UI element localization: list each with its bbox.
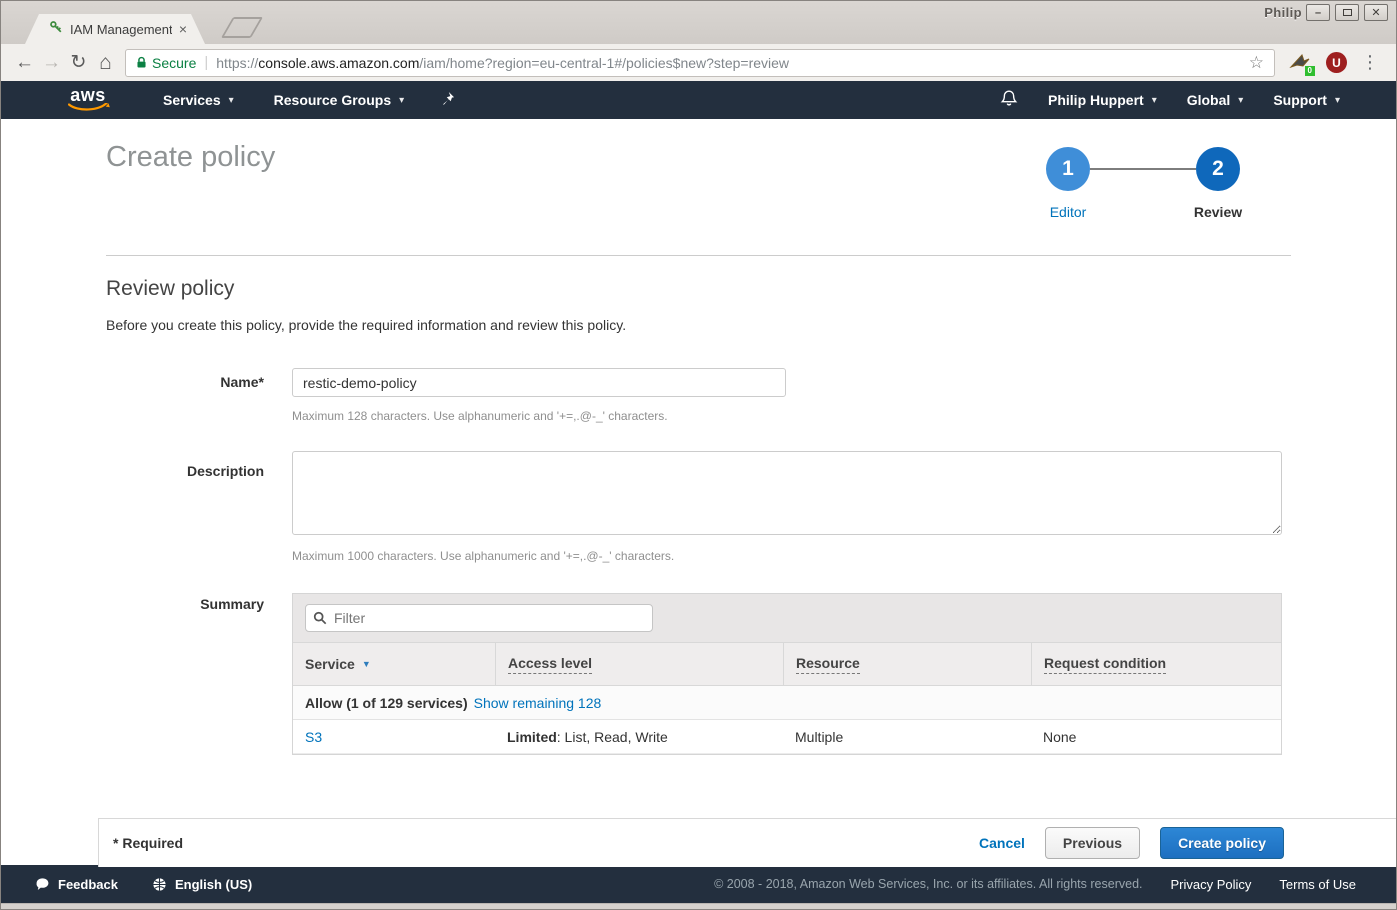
page-title: Create policy [106, 141, 275, 174]
step-connector [1090, 168, 1196, 170]
section-divider [106, 255, 1291, 256]
new-tab-button[interactable] [221, 17, 263, 38]
description-textarea[interactable] [292, 451, 1282, 535]
titlebar: Philip – ✕ IAM Management Co × [1, 1, 1396, 44]
lock-icon [136, 56, 147, 69]
browser-toolbar: ← → ↻ ⌂ Secure | https://console.aws.ama… [1, 44, 1396, 81]
column-header-resource[interactable]: Resource [783, 643, 1031, 685]
description-label: Description [1, 463, 264, 479]
window-title: Philip [1264, 5, 1302, 20]
name-input[interactable] [292, 368, 786, 397]
resource-cell: Multiple [783, 729, 1031, 745]
back-icon[interactable]: ← [11, 52, 38, 74]
step-review-label: Review [1194, 204, 1242, 220]
secure-label: Secure [152, 55, 196, 71]
extension-badge: 0 [1305, 66, 1315, 76]
window-bottom-border [1, 903, 1396, 909]
section-intro: Before you create this policy, provide t… [106, 317, 626, 333]
minimize-button[interactable]: – [1306, 4, 1330, 21]
summary-table-header: Service ▼ Access level Resource Request … [293, 643, 1281, 686]
column-header-service[interactable]: Service ▼ [293, 643, 495, 685]
pin-icon[interactable] [440, 91, 455, 109]
extension-bird-icon[interactable]: 0 [1289, 52, 1313, 74]
window-controls: – ✕ [1306, 4, 1388, 21]
feedback-button[interactable]: Feedback [35, 877, 118, 892]
maximize-icon [1343, 9, 1352, 16]
chevron-down-icon: ▾ [1152, 95, 1157, 106]
bookmark-star-icon[interactable]: ☆ [1249, 53, 1264, 73]
privacy-policy-link[interactable]: Privacy Policy [1171, 877, 1252, 892]
create-policy-button[interactable]: Create policy [1160, 827, 1284, 859]
sort-desc-icon: ▼ [362, 659, 371, 669]
wizard-steps: 1 2 Editor Review [1046, 147, 1240, 222]
aws-navbar: aws Services ▾ Resource Groups ▾ Philip … [1, 81, 1396, 119]
service-link[interactable]: S3 [305, 729, 322, 745]
language-selector[interactable]: English (US) [152, 877, 252, 892]
nav-user-menu[interactable]: Philip Huppert ▾ [1048, 92, 1157, 108]
profile-avatar[interactable]: U [1326, 52, 1347, 73]
nav-services[interactable]: Services ▾ [163, 92, 234, 108]
show-remaining-link[interactable]: Show remaining 128 [474, 695, 602, 711]
navbar-right: Philip Huppert ▾ Global ▾ Support ▾ [1000, 89, 1340, 111]
name-help-text: Maximum 128 characters. Use alphanumeric… [292, 409, 668, 423]
chevron-down-icon: ▾ [229, 95, 234, 106]
summary-panel: Service ▼ Access level Resource Request … [292, 593, 1282, 755]
step-editor-label[interactable]: Editor [1050, 204, 1087, 220]
maximize-button[interactable] [1335, 4, 1359, 21]
cancel-button[interactable]: Cancel [979, 835, 1025, 851]
tab-favicon-key-icon [49, 20, 63, 39]
description-help-text: Maximum 1000 characters. Use alphanumeri… [292, 549, 674, 563]
table-row: S3 Limited: List, Read, Write Multiple N… [293, 720, 1281, 754]
tab-close-icon[interactable]: × [179, 22, 187, 36]
nav-resource-groups[interactable]: Resource Groups ▾ [274, 92, 405, 108]
secure-indicator[interactable]: Secure [136, 55, 196, 71]
column-header-access-level[interactable]: Access level [495, 643, 783, 685]
browser-window: Philip – ✕ IAM Management Co × ← → ↻ ⌂ S… [0, 0, 1397, 910]
chevron-down-icon: ▾ [399, 95, 404, 106]
request-condition-cell: None [1031, 729, 1281, 745]
url-text: https://console.aws.amazon.com/iam/home?… [216, 55, 789, 71]
copyright-text: © 2008 - 2018, Amazon Web Services, Inc.… [714, 877, 1142, 891]
omnibox-divider: | [204, 54, 208, 71]
main-content: Create policy 1 2 Editor Review Review p… [1, 119, 1396, 865]
close-button[interactable]: ✕ [1364, 4, 1388, 21]
tab-title: IAM Management Co [70, 22, 172, 37]
required-note: * Required [113, 835, 183, 851]
notifications-bell-icon[interactable] [1000, 89, 1018, 111]
nav-region-menu[interactable]: Global ▾ [1187, 92, 1244, 108]
chevron-down-icon: ▾ [1335, 95, 1340, 106]
search-icon [313, 611, 327, 625]
column-header-request-condition[interactable]: Request condition [1031, 643, 1281, 685]
section-heading: Review policy [106, 277, 234, 301]
terms-of-use-link[interactable]: Terms of Use [1279, 877, 1356, 892]
filter-bar [293, 594, 1281, 643]
step-review-circle: 2 [1196, 147, 1240, 191]
nav-support-menu[interactable]: Support ▾ [1273, 92, 1340, 108]
access-level-cell: Limited: List, Read, Write [495, 729, 783, 745]
aws-smile-icon [68, 103, 110, 114]
refresh-icon[interactable]: ↻ [65, 51, 92, 74]
step-editor-circle[interactable]: 1 [1046, 147, 1090, 191]
browser-tab[interactable]: IAM Management Co × [25, 14, 205, 44]
address-bar[interactable]: Secure | https://console.aws.amazon.com/… [125, 49, 1275, 77]
summary-label: Summary [1, 596, 264, 612]
chevron-down-icon: ▾ [1238, 95, 1243, 106]
toolbar-extensions: 0 U ⋮ [1289, 52, 1380, 74]
action-bar: * Required Cancel Previous Create policy [98, 818, 1396, 867]
home-icon[interactable]: ⌂ [92, 51, 119, 75]
feedback-bubble-icon [35, 877, 50, 892]
table-group-row: Allow (1 of 129 services) Show remaining… [293, 686, 1281, 720]
globe-icon [152, 877, 167, 892]
group-row-text: Allow (1 of 129 services) [305, 695, 468, 711]
browser-menu-icon[interactable]: ⋮ [1360, 52, 1380, 73]
aws-logo[interactable]: aws [65, 86, 111, 114]
aws-footer: Feedback English (US) © 2008 - 2018, Ama… [1, 865, 1396, 903]
name-label: Name* [1, 374, 264, 390]
forward-icon: → [38, 52, 65, 74]
previous-button[interactable]: Previous [1045, 827, 1140, 859]
filter-input[interactable] [305, 604, 653, 632]
